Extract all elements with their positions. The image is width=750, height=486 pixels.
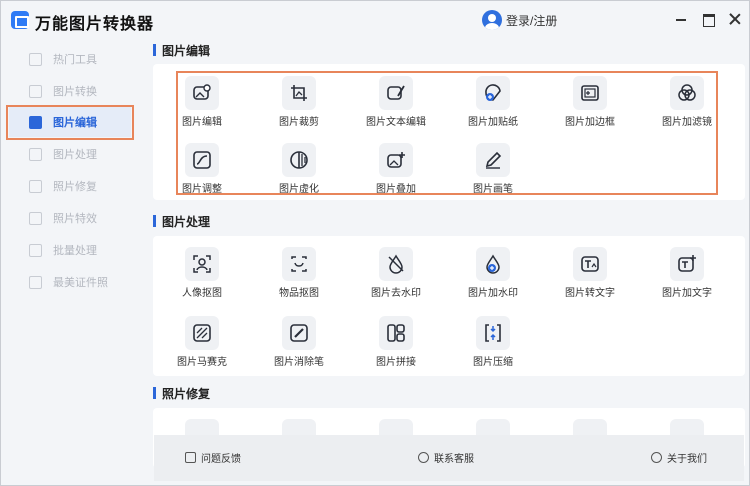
sidebar-item-process[interactable]: 图片处理 <box>9 139 131 169</box>
sidebar-item-label: 批量处理 <box>53 245 97 257</box>
tool-remove-watermark[interactable]: 图片去水印 <box>348 247 444 307</box>
flame-icon <box>29 52 42 66</box>
mosaic-icon <box>185 316 219 350</box>
tool-compress[interactable]: 图片压缩 <box>445 316 541 376</box>
tool-mosaic[interactable]: 图片马赛克 <box>154 316 250 376</box>
sidebar-item-label: 热门工具 <box>53 54 97 66</box>
tool-eraser[interactable]: 图片消除笔 <box>251 316 347 376</box>
title-bar: 万能图片转换器 登录/注册 <box>1 1 749 39</box>
tool-label: 图片转文字 <box>565 288 615 299</box>
repair-tool-icon[interactable] <box>282 419 316 435</box>
contact-button[interactable]: 联系客服 <box>418 450 474 465</box>
tool-label: 图片加文字 <box>662 288 712 299</box>
add-watermark-icon <box>476 247 510 281</box>
tool-object-cutout[interactable]: 物品抠图 <box>251 247 347 307</box>
repair-tool-icon[interactable] <box>670 419 704 435</box>
tool-label: 图片消除笔 <box>274 357 324 368</box>
add-text-icon <box>670 247 704 281</box>
tool-label: 物品抠图 <box>279 288 319 299</box>
sidebar-item-convert[interactable]: 图片转换 <box>9 76 131 106</box>
sidebar-item-repair[interactable]: 照片修复 <box>9 171 131 201</box>
portrait-cutout-icon <box>185 247 219 281</box>
about-label: 关于我们 <box>667 454 707 465</box>
id-photo-icon <box>29 275 42 289</box>
process-icon <box>29 147 42 161</box>
section-title-process: 图片处理 <box>153 213 210 230</box>
footer-bar: 问题反馈 联系客服 关于我们 <box>154 435 744 481</box>
sidebar-item-label: 照片特效 <box>53 213 97 225</box>
chat-icon <box>418 452 429 463</box>
sidebar-item-id-photo[interactable]: 最美证件照 <box>9 267 131 297</box>
sidebar-item-label: 图片转换 <box>53 86 97 98</box>
section-title-edit: 图片编辑 <box>153 42 210 59</box>
remove-watermark-icon <box>379 247 413 281</box>
edit-tools-highlight <box>176 71 718 195</box>
effects-icon <box>29 211 42 225</box>
app-logo-icon <box>11 11 29 29</box>
minimize-icon[interactable] <box>673 11 689 27</box>
sidebar-item-label: 最美证件照 <box>53 277 108 289</box>
tool-label: 图片加水印 <box>468 288 518 299</box>
tool-add-text[interactable]: 图片加文字 <box>639 247 735 307</box>
maximize-icon[interactable] <box>700 11 716 27</box>
sidebar-item-effects[interactable]: 照片特效 <box>9 203 131 233</box>
section-title-repair: 照片修复 <box>153 385 210 402</box>
stitch-icon <box>379 316 413 350</box>
about-button[interactable]: 关于我们 <box>651 450 707 465</box>
active-item-highlight <box>6 105 134 140</box>
repair-tool-icon[interactable] <box>185 419 219 435</box>
avatar-icon <box>482 10 502 30</box>
feedback-label: 问题反馈 <box>201 454 241 465</box>
eraser-icon <box>282 316 316 350</box>
tool-stitch[interactable]: 图片拼接 <box>348 316 444 376</box>
tool-label: 人像抠图 <box>182 288 222 299</box>
tool-label: 图片压缩 <box>473 357 513 368</box>
tool-label: 图片马赛克 <box>177 357 227 368</box>
app-window: 万能图片转换器 登录/注册 热门工具 图片转换 图片编辑 图片处理 照片修复 照… <box>0 0 750 486</box>
batch-icon <box>29 243 42 257</box>
repair-icon <box>29 179 42 193</box>
tool-label: 图片去水印 <box>371 288 421 299</box>
tool-image-to-text[interactable]: 图片转文字 <box>542 247 638 307</box>
object-cutout-icon <box>282 247 316 281</box>
image-to-text-icon <box>573 247 607 281</box>
app-title: 万能图片转换器 <box>35 16 155 33</box>
feedback-button[interactable]: 问题反馈 <box>185 450 241 465</box>
feedback-icon <box>185 452 196 463</box>
sidebar-item-label: 照片修复 <box>53 181 97 193</box>
tool-portrait-cutout[interactable]: 人像抠图 <box>154 247 250 307</box>
close-icon[interactable] <box>727 11 743 27</box>
repair-tool-icon[interactable] <box>476 419 510 435</box>
login-button[interactable]: 登录/注册 <box>482 10 557 30</box>
repair-tool-icon[interactable] <box>573 419 607 435</box>
tool-label: 图片拼接 <box>376 357 416 368</box>
contact-label: 联系客服 <box>434 454 474 465</box>
login-label: 登录/注册 <box>506 13 558 28</box>
sidebar-item-hot-tools[interactable]: 热门工具 <box>9 44 131 74</box>
sidebar-item-batch[interactable]: 批量处理 <box>9 235 131 265</box>
tool-add-watermark[interactable]: 图片加水印 <box>445 247 541 307</box>
process-tools-card: 人像抠图 物品抠图 图片去水印 图片加水印 图片转文字 图片加文字 图片马赛克 … <box>153 236 745 376</box>
repair-tool-icon[interactable] <box>379 419 413 435</box>
sidebar-item-label: 图片处理 <box>53 149 97 161</box>
convert-icon <box>29 84 42 98</box>
info-icon <box>651 452 662 463</box>
compress-icon <box>476 316 510 350</box>
